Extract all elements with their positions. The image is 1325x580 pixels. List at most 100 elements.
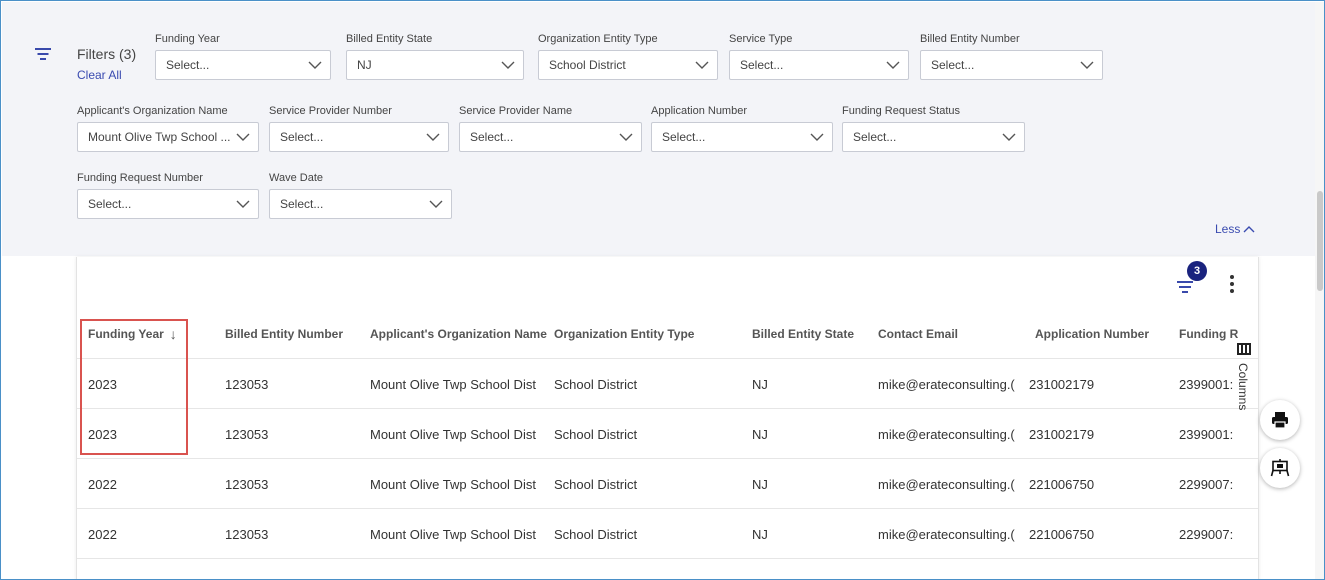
table-header-row: Funding Year ↓ Billed Entity Number Appl… (77, 309, 1258, 359)
cell-funding-year: 2023 (88, 426, 117, 442)
billed-entity-state-select[interactable]: NJ (346, 50, 524, 80)
chevron-down-icon (1002, 133, 1016, 141)
sort-descending-icon[interactable]: ↓ (170, 326, 177, 342)
filter-label: Funding Year (155, 33, 220, 45)
cell-contact-email: mike@erateconsulting.( (878, 426, 1015, 442)
filter-funding-year: Funding Year Select... (155, 32, 331, 80)
chevron-down-icon (619, 133, 633, 141)
chevron-down-icon (810, 133, 824, 141)
more-options-icon[interactable] (1227, 273, 1237, 293)
filter-label: Funding Request Status (842, 105, 961, 117)
filter-label: Organization Entity Type (538, 33, 658, 45)
select-value: Select... (166, 58, 210, 72)
column-header-funding-year[interactable]: Funding Year ↓ (88, 309, 218, 359)
cell-billed-entity-number: 123053 (225, 376, 269, 392)
funding-request-number-select[interactable]: Select... (77, 189, 259, 219)
column-header-applicant-organization-name[interactable]: Applicant's Organization Name (370, 309, 560, 359)
table-row[interactable]: 2022 123053 Mount Olive Twp School Dist … (77, 509, 1258, 559)
service-provider-number-select[interactable]: Select... (269, 122, 449, 152)
active-filters-button[interactable]: 3 (1175, 261, 1215, 297)
select-value: Select... (853, 130, 897, 144)
chevron-down-icon (236, 200, 250, 208)
table-row[interactable]: 2022 123053 Mount Olive Twp School Dist … (77, 459, 1258, 509)
filter-funding-request-status: Funding Request Status Select... (842, 104, 1025, 152)
application-number-select[interactable]: Select... (651, 122, 833, 152)
cell-organization-entity-type: School District (554, 526, 638, 542)
column-header-label: Funding Year (88, 327, 164, 341)
select-value: School District (549, 58, 626, 72)
less-filters-link[interactable]: Less (1215, 222, 1255, 236)
page-scrollbar[interactable] (1315, 2, 1324, 579)
columns-icon (1237, 343, 1251, 355)
filter-organization-entity-type: Organization Entity Type School District (538, 32, 718, 80)
columns-panel-tab[interactable]: Columns (1233, 341, 1255, 431)
filter-label: Wave Date (269, 172, 324, 184)
cell-billed-entity-number: 123053 (225, 526, 269, 542)
print-button[interactable] (1260, 400, 1300, 440)
table-row[interactable]: 2023 123053 Mount Olive Twp School Dist … (77, 359, 1258, 409)
cell-contact-email: mike@erateconsulting.( (878, 559, 1026, 580)
cell-billed-entity-number: 123053 (225, 476, 269, 492)
filter-funding-request-number: Funding Request Number Select... (77, 171, 259, 219)
cell-applicant-organization-name: Mount Olive Twp School Dist (370, 426, 536, 442)
column-header-organization-entity-type[interactable]: Organization Entity Type (554, 309, 724, 359)
chevron-down-icon (886, 61, 900, 69)
filter-service-type: Service Type Select... (729, 32, 909, 80)
filter-billed-entity-state: Billed Entity State NJ (346, 32, 524, 80)
column-header-billed-entity-number[interactable]: Billed Entity Number (225, 309, 365, 359)
organization-entity-type-select[interactable]: School District (538, 50, 718, 80)
select-value: Select... (470, 130, 514, 144)
cell-applicant-organization-name: Mount Olive Twp School Dist (370, 376, 536, 392)
cell-organization-entity-type: School District (554, 559, 714, 580)
results-table-card: 3 Funding Year ↓ Billed Entity Number Ap… (76, 257, 1259, 580)
column-header-billed-entity-state[interactable]: Billed Entity State (752, 309, 877, 359)
cell-contact-email: mike@erateconsulting.( (878, 376, 1015, 392)
less-label: Less (1215, 222, 1241, 236)
cell-funding-year: 2022 (88, 476, 117, 492)
chevron-down-icon (426, 133, 440, 141)
funding-year-select[interactable]: Select... (155, 50, 331, 80)
filter-billed-entity-number: Billed Entity Number Select... (920, 32, 1103, 80)
table-row[interactable]: 2023 123053 Mount Olive Twp School Dist … (77, 409, 1258, 459)
presentation-button[interactable] (1260, 448, 1300, 488)
cell-contact-email: mike@erateconsulting.( (878, 476, 1015, 492)
cell-funding-year: 2023 (88, 376, 117, 392)
billed-entity-number-select[interactable]: Select... (920, 50, 1103, 80)
select-value: Select... (740, 58, 784, 72)
filter-label: Service Provider Name (459, 105, 573, 117)
table-row[interactable]: 2022 123053 Mount Olive Twp School Dist … (77, 559, 1258, 580)
cell-billed-entity-state: NJ (752, 526, 768, 542)
cell-application-number: 221005267 (1029, 559, 1139, 580)
cell-billed-entity-state: NJ (752, 476, 768, 492)
cell-applicant-organization-name: Mount Olive Twp School Dist (370, 526, 536, 542)
cell-contact-email: mike@erateconsulting.( (878, 526, 1015, 542)
data-grid: Funding Year ↓ Billed Entity Number Appl… (77, 309, 1258, 580)
column-header-funding-request[interactable]: Funding R (1179, 309, 1239, 359)
chevron-down-icon (1080, 61, 1094, 69)
applicant-organization-name-select[interactable]: Mount Olive Twp School ... (77, 122, 259, 152)
filter-label: Service Provider Number (269, 105, 392, 117)
scrollbar-thumb[interactable] (1317, 191, 1323, 291)
column-header-contact-email[interactable]: Contact Email (878, 309, 998, 359)
chevron-down-icon (429, 200, 443, 208)
service-type-select[interactable]: Select... (729, 50, 909, 80)
select-value: Mount Olive Twp School ... (88, 130, 231, 144)
chevron-down-icon (501, 61, 515, 69)
funding-request-status-select[interactable]: Select... (842, 122, 1025, 152)
clear-all-link[interactable]: Clear All (77, 68, 122, 82)
column-header-application-number[interactable]: Application Number (1035, 309, 1165, 359)
filter-label: Funding Request Number (77, 172, 203, 184)
wave-date-select[interactable]: Select... (269, 189, 452, 219)
filter-panel: Filters (3) Clear All Funding Year Selec… (2, 2, 1315, 256)
service-provider-name-select[interactable]: Select... (459, 122, 642, 152)
cell-application-number: 231002179 (1029, 426, 1095, 442)
chevron-down-icon (236, 133, 250, 141)
filter-count-badge: 3 (1187, 261, 1207, 281)
filter-list-icon[interactable] (35, 47, 51, 61)
cell-application-number: 221006750 (1029, 476, 1095, 492)
cell-organization-entity-type: School District (554, 376, 638, 392)
cell-organization-entity-type: School District (554, 476, 638, 492)
cell-funding-request-number: 2299007: (1179, 476, 1234, 492)
cell-application-number: 221006750 (1029, 526, 1095, 542)
cell-application-number: 231002179 (1029, 376, 1095, 392)
